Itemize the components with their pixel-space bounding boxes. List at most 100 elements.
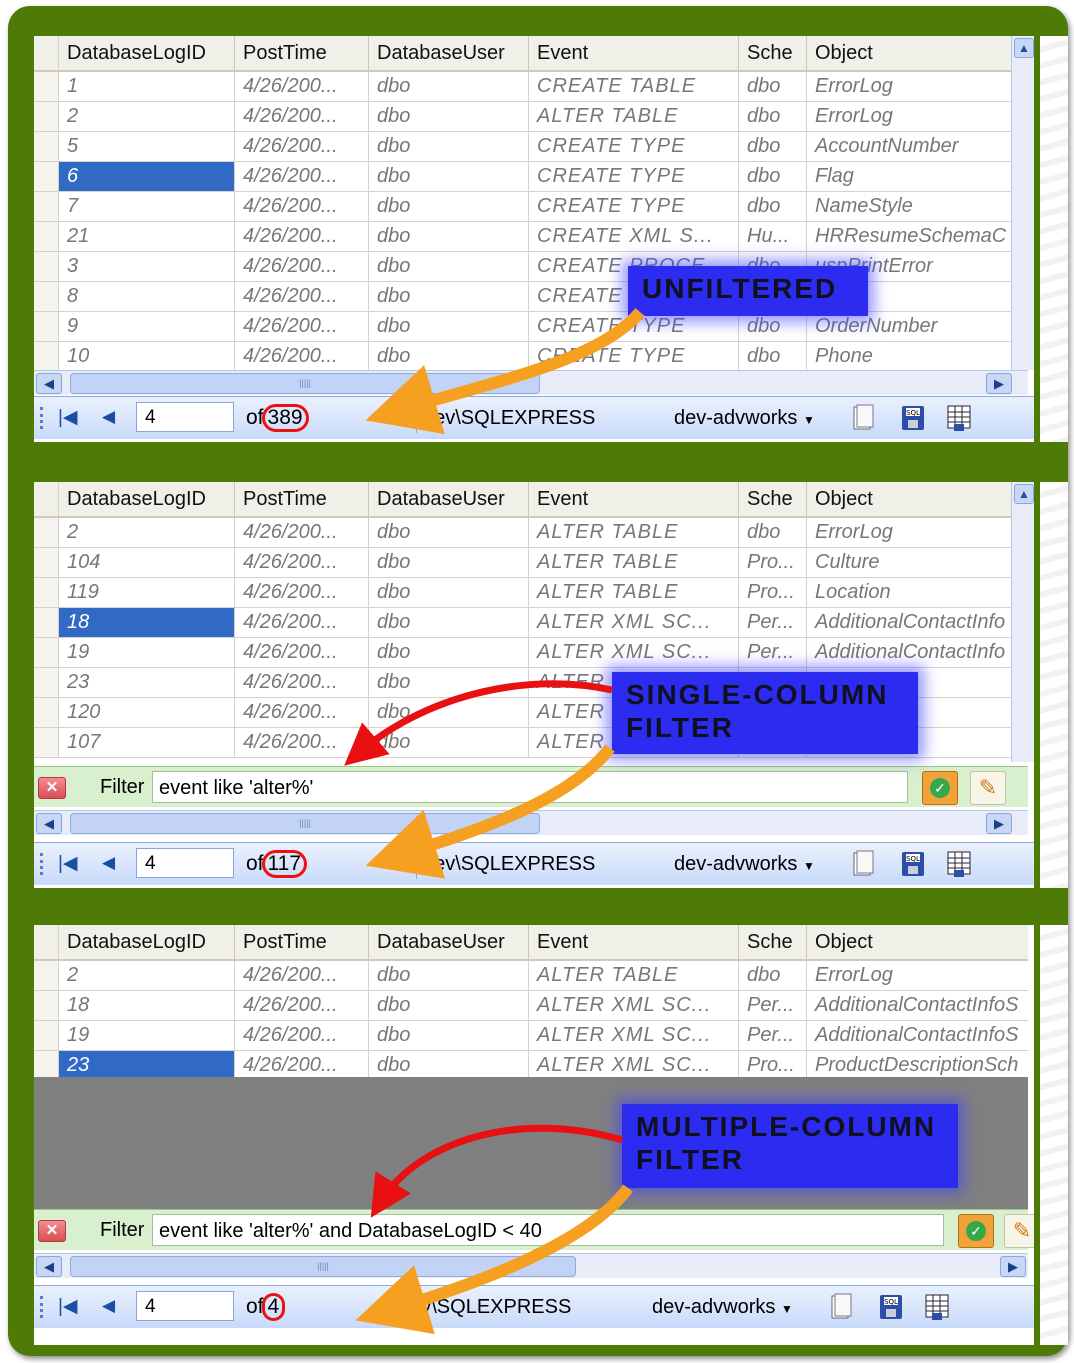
posttime-cell[interactable]: 4/26/200...	[235, 252, 369, 281]
posttime-cell[interactable]: 4/26/200...	[235, 668, 369, 697]
column-header-databaseuser[interactable]: DatabaseUser	[369, 925, 529, 959]
row-header[interactable]	[34, 608, 59, 637]
databaselogid-cell[interactable]: 8	[59, 282, 235, 311]
table-row[interactable]: 18 4/26/200... dbo ALTER XML SC... Per... Add…	[34, 991, 1028, 1021]
record-position-input[interactable]: 4	[136, 402, 234, 432]
databaselogid-cell[interactable]: 107	[59, 728, 235, 757]
table-row[interactable]: 18 4/26/200... dbo ALTER XML SC... Per... Add…	[34, 608, 1028, 638]
table-row[interactable]: 9 4/26/200... dbo CREATE TYPE dbo OrderNumber	[34, 312, 1028, 342]
posttime-cell[interactable]: 4/26/200...	[235, 1021, 369, 1050]
row-header[interactable]	[34, 578, 59, 607]
posttime-cell[interactable]: 4/26/200...	[235, 72, 369, 101]
object-cell[interactable]: ErrorLog	[807, 518, 1029, 547]
horizontal-scrollbar[interactable]: ◀ ||||| ▶	[34, 810, 1028, 835]
object-cell[interactable]: Location	[807, 578, 1029, 607]
databaseuser-cell[interactable]: dbo	[369, 342, 529, 371]
row-header[interactable]	[34, 72, 59, 101]
event-cell[interactable]: CREATE TYPE	[529, 132, 739, 161]
grid-view-icon[interactable]	[946, 850, 972, 878]
document-icon[interactable]	[828, 1293, 854, 1321]
row-header[interactable]	[34, 342, 59, 371]
scroll-left-icon[interactable]: ◀	[36, 813, 62, 834]
databaselogid-cell[interactable]: 5	[59, 132, 235, 161]
posttime-cell[interactable]: 4/26/200...	[235, 961, 369, 990]
databaselogid-cell[interactable]: 2	[59, 961, 235, 990]
scroll-thumb[interactable]: |||||	[70, 813, 540, 834]
table-row[interactable]: 7 4/26/200... dbo CREATE TYPE dbo NameStyle	[34, 192, 1028, 222]
databaseuser-cell[interactable]: dbo	[369, 72, 529, 101]
databaseuser-cell[interactable]: dbo	[369, 102, 529, 131]
filter-input[interactable]: event like 'alter%' and DatabaseLogID < …	[152, 1214, 944, 1246]
object-cell[interactable]: ErrorLog	[807, 961, 1029, 990]
event-cell[interactable]: ALTER TABLE	[529, 518, 739, 547]
object-cell[interactable]: AdditionalContactInfoS	[807, 1021, 1029, 1050]
clear-brush-icon[interactable]: ✎	[970, 771, 1006, 805]
object-cell[interactable]: AccountNumber	[807, 132, 1029, 161]
databaseuser-cell[interactable]: dbo	[369, 312, 529, 341]
schema-cell[interactable]: dbo	[739, 162, 807, 191]
apply-filter-button[interactable]: ✓	[958, 1214, 994, 1248]
scroll-left-icon[interactable]: ◀	[36, 373, 62, 394]
posttime-cell[interactable]: 4/26/200...	[235, 132, 369, 161]
databaseuser-cell[interactable]: dbo	[369, 728, 529, 757]
table-row[interactable]: 34/26/200...dboCREATE PROCE...dbouspPrin…	[34, 252, 1028, 282]
object-cell[interactable]: Flag	[807, 162, 1029, 191]
first-record-icon[interactable]: |◀	[58, 852, 78, 875]
column-header-databaselogid[interactable]: DatabaseLogID	[59, 482, 235, 516]
row-header[interactable]	[34, 728, 59, 757]
column-header-schema[interactable]: Sche	[739, 482, 807, 516]
databaseuser-cell[interactable]: dbo	[369, 991, 529, 1020]
databaseuser-cell[interactable]: dbo	[369, 252, 529, 281]
horizontal-scrollbar[interactable]: ◀ ||||| ▶	[34, 370, 1028, 395]
row-header[interactable]	[34, 102, 59, 131]
previous-record-icon[interactable]: ◀	[102, 407, 115, 427]
column-header-posttime[interactable]: PostTime	[235, 482, 369, 516]
posttime-cell[interactable]: 4/26/200...	[235, 638, 369, 667]
databaseuser-cell[interactable]: dbo	[369, 162, 529, 191]
scroll-up-icon[interactable]: ▲	[1014, 484, 1034, 504]
clear-filter-icon[interactable]: ✕	[38, 777, 66, 799]
sql-save-icon[interactable]: SQL	[900, 850, 926, 878]
object-cell[interactable]: AdditionalContactInfo	[807, 638, 1029, 667]
database-selector[interactable]: dev-advworks ▼	[674, 849, 815, 881]
table-row[interactable]: 21 4/26/200... dbo CREATE XML S... Hu... HRRe…	[34, 222, 1028, 252]
table-row[interactable]: 104 4/26/200... dbo ALTER TABLE Pro... Cultur…	[34, 548, 1028, 578]
posttime-cell[interactable]: 4/26/200...	[235, 282, 369, 311]
row-header[interactable]	[34, 1051, 59, 1080]
object-cell[interactable]: AdditionalContactInfoS	[807, 991, 1029, 1020]
databaselogid-cell[interactable]: 19	[59, 1021, 235, 1050]
databaseuser-cell[interactable]: dbo	[369, 638, 529, 667]
databaselogid-cell[interactable]: 104	[59, 548, 235, 577]
event-cell[interactable]: CREATE TYPE	[529, 162, 739, 191]
document-icon[interactable]	[850, 850, 876, 878]
databaselogid-cell[interactable]: 23	[59, 1051, 235, 1080]
table-row[interactable]: 119 4/26/200... dbo ALTER TABLE Pro... Locati…	[34, 578, 1028, 608]
scroll-right-icon[interactable]: ▶	[986, 373, 1012, 394]
record-position-input[interactable]: 4	[136, 1291, 234, 1321]
event-cell[interactable]: CREATE TYPE	[529, 312, 739, 341]
column-header-event[interactable]: Event	[529, 925, 739, 959]
apply-filter-button[interactable]: ✓	[922, 771, 958, 805]
table-row[interactable]: 6 4/26/200... dbo CREATE TYPE dbo Flag	[34, 162, 1028, 192]
column-header-event[interactable]: Event	[529, 36, 739, 70]
schema-cell[interactable]: dbo	[739, 102, 807, 131]
event-cell[interactable]: ALTER XML SC...	[529, 991, 739, 1020]
databaselogid-cell[interactable]: 6	[59, 162, 235, 191]
posttime-cell[interactable]: 4/26/200...	[235, 608, 369, 637]
table-row[interactable]: 5 4/26/200... dbo CREATE TYPE dbo AccountNumb…	[34, 132, 1028, 162]
schema-cell[interactable]: Hu...	[739, 222, 807, 251]
databaselogid-cell[interactable]: 9	[59, 312, 235, 341]
table-row[interactable]: 19 4/26/200... dbo ALTER XML SC... Per... Add…	[34, 1021, 1028, 1051]
databaseuser-cell[interactable]: dbo	[369, 578, 529, 607]
column-header-databaselogid[interactable]: DatabaseLogID	[59, 925, 235, 959]
schema-cell[interactable]: Pro...	[739, 578, 807, 607]
posttime-cell[interactable]: 4/26/200...	[235, 162, 369, 191]
horizontal-scrollbar[interactable]: ◀ ||||| ▶	[34, 1253, 1028, 1278]
posttime-cell[interactable]: 4/26/200...	[235, 1051, 369, 1080]
event-cell[interactable]: ALTER XML SC...	[529, 638, 739, 667]
row-header[interactable]	[34, 548, 59, 577]
column-header-posttime[interactable]: PostTime	[235, 36, 369, 70]
column-header-databaselogid[interactable]: DatabaseLogID	[59, 36, 235, 70]
scroll-up-icon[interactable]: ▲	[1014, 38, 1034, 58]
sql-save-icon[interactable]: SQL	[900, 404, 926, 432]
